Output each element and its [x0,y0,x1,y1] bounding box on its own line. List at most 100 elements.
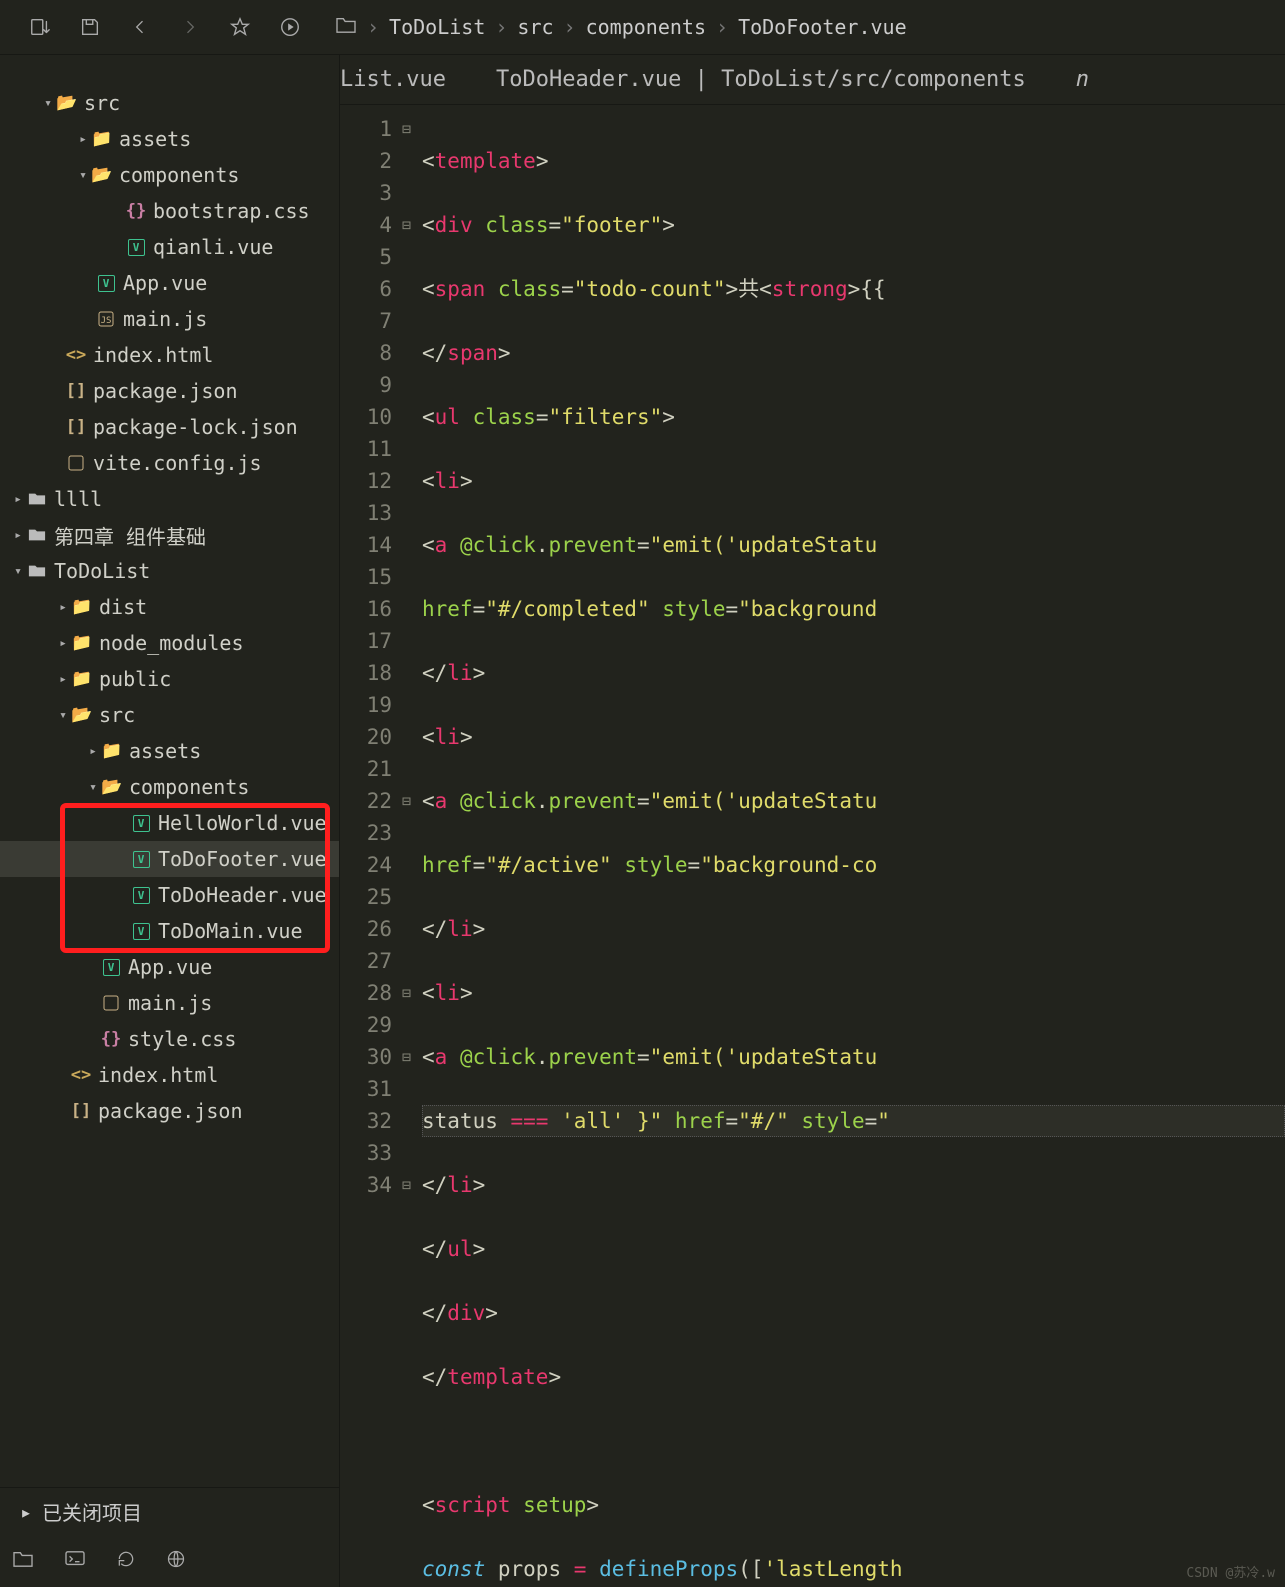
chevron-right-icon: ▸ [10,528,26,543]
tree-label: ToDoFooter.vue [158,847,327,871]
closed-projects-label: 已关闭项目 [42,1497,142,1526]
code-area[interactable]: 1234567891011121314151617181920212223242… [340,105,1285,1587]
tree-folder-todolist[interactable]: ▾ ToDoList [0,553,339,589]
breadcrumb-item[interactable]: src [517,15,553,39]
closed-projects[interactable]: ▸ 已关闭项目 [0,1487,339,1535]
globe-icon[interactable] [166,1549,186,1574]
tree-file-viteconf[interactable]: vite.config.js [0,445,339,481]
chevron-right-icon: ▸ [20,1500,32,1524]
tree-folder-components[interactable]: ▾ 📂 components [0,157,339,193]
tree-file-todofooter[interactable]: V ToDoFooter.vue [0,841,339,877]
tree-label: components [129,775,249,799]
back-icon[interactable] [115,0,165,54]
tree-file-todomain[interactable]: V ToDoMain.vue [0,913,339,949]
tree-folder-src2[interactable]: ▾ 📂 src [0,697,339,733]
svg-text:JS: JS [101,316,112,326]
folder-icon: 📁 [101,741,123,761]
forward-icon[interactable] [165,0,215,54]
tree-label: qianli.vue [153,235,273,259]
tab-cut[interactable]: n [1076,67,1089,92]
json-icon: [] [70,1101,92,1121]
breadcrumb-item[interactable]: components [586,15,706,39]
tree-folder-public[interactable]: ▸ 📁 public [0,661,339,697]
tree-label: dist [99,595,147,619]
tree-label: public [99,667,171,691]
folder-icon: 📂 [56,93,78,113]
tree-file-appvue2[interactable]: V App.vue [0,949,339,985]
breadcrumb-sep: › [716,15,728,39]
save-icon[interactable] [65,0,115,54]
tree-folder-nodemodules[interactable]: ▸ 📁 node_modules [0,625,339,661]
tree-file-packagejson[interactable]: [] package.json [0,373,339,409]
run-icon[interactable] [265,0,315,54]
sidebar: ▾ 📂 src ▸ 📁 assets ▾ 📂 components {} boo… [0,55,340,1587]
tree-folder-assets2[interactable]: ▸ 📁 assets [0,733,339,769]
panel-toggle-icon[interactable] [15,0,65,54]
breadcrumb-sep: › [564,15,576,39]
fold-column[interactable]: ⊟⊟⊟⊟⊟⊟ [402,105,422,1587]
tree-label: components [119,163,239,187]
breadcrumb-item[interactable]: ToDoFooter.vue [738,15,907,39]
file-tree[interactable]: ▾ 📂 src ▸ 📁 assets ▾ 📂 components {} boo… [0,55,339,1487]
tree-file-mainjs2[interactable]: main.js [0,985,339,1021]
tree-file-helloworld[interactable]: V HelloWorld.vue [0,805,339,841]
tree-file-mainjs[interactable]: JS main.js [0,301,339,337]
chevron-right-icon: ▸ [55,600,71,615]
tree-folder-ch4[interactable]: ▸ 第四章 组件基础 [0,517,339,553]
tree-folder-components2[interactable]: ▾ 📂 components [0,769,339,805]
editor: List.vue ToDoHeader.vue | ToDoList/src/c… [340,55,1285,1587]
chevron-right-icon: ▸ [55,636,71,651]
json-icon: [] [65,417,87,437]
refresh-icon[interactable] [116,1549,136,1574]
tree-label: style.css [128,1027,236,1051]
tree-label: assets [119,127,191,151]
js-icon: JS [95,311,117,327]
breadcrumb-folder-icon [335,15,357,39]
tree-file-stylecss[interactable]: {} style.css [0,1021,339,1057]
chevron-down-icon: ▾ [40,96,56,111]
html-icon: <> [70,1065,92,1085]
tree-folder-assets[interactable]: ▸ 📁 assets [0,121,339,157]
folder-open-icon[interactable] [12,1549,34,1573]
project-icon [26,563,48,579]
folder-icon: 📂 [91,165,113,185]
project-icon [26,527,48,543]
tab-listvue[interactable]: List.vue [340,67,446,92]
tree-file-appvue[interactable]: V App.vue [0,265,339,301]
folder-icon: 📁 [91,129,113,149]
tree-label: ToDoMain.vue [158,919,303,943]
folder-icon: 📁 [71,669,93,689]
tree-label: index.html [93,343,213,367]
tree-label: llll [54,487,102,511]
tree-file-todoheader[interactable]: V ToDoHeader.vue [0,877,339,913]
tree-file-packagelock[interactable]: [] package-lock.json [0,409,339,445]
tree-label: App.vue [123,271,207,295]
tree-folder-src[interactable]: ▾ 📂 src [0,85,339,121]
css-icon: {} [100,1029,122,1049]
breadcrumb: › ToDoList › src › components › ToDoFoot… [335,15,907,39]
tree-file-bootstrap[interactable]: {} bootstrap.css [0,193,339,229]
chevron-right-icon: ▸ [10,492,26,507]
chevron-down-icon: ▾ [10,564,26,579]
tree-file-qianli[interactable]: V qianli.vue [0,229,339,265]
tree-label: 第四章 组件基础 [54,521,206,550]
tree-folder-llll[interactable]: ▸ llll [0,481,339,517]
gutter: 1234567891011121314151617181920212223242… [340,105,402,1587]
tree-file-packagejson2[interactable]: [] package.json [0,1093,339,1129]
tree-label: main.js [123,307,207,331]
breadcrumb-item[interactable]: ToDoList [389,15,485,39]
code[interactable]: <template> <div class="footer"> <span cl… [422,105,1285,1587]
tab-todoheader[interactable]: ToDoHeader.vue | ToDoList/src/components [496,67,1026,92]
tree-label: ToDoHeader.vue [158,883,327,907]
tree-folder-dist[interactable]: ▸ 📁 dist [0,589,339,625]
star-icon[interactable] [215,0,265,54]
console-icon[interactable] [64,1549,86,1573]
tree-label: App.vue [128,955,212,979]
tree-file-indexhtml[interactable]: <> index.html [0,337,339,373]
tree-label: assets [129,739,201,763]
breadcrumb-sep: › [495,15,507,39]
tree-file-indexhtml2[interactable]: <> index.html [0,1057,339,1093]
tree-label: main.js [128,991,212,1015]
folder-icon: 📁 [71,633,93,653]
vue-icon: V [95,275,117,292]
